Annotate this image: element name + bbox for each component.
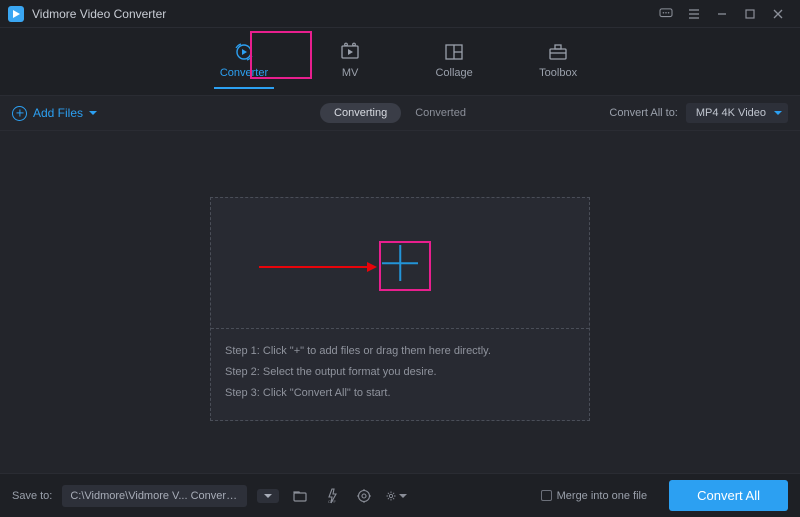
- nav-label: Toolbox: [539, 67, 577, 79]
- chevron-down-icon: [399, 494, 407, 498]
- settings-button[interactable]: [385, 485, 407, 507]
- save-to-label: Save to:: [12, 490, 52, 502]
- convert-all-to: Convert All to: MP4 4K Video: [609, 103, 788, 123]
- app-title: Vidmore Video Converter: [32, 7, 652, 21]
- merge-checkbox[interactable]: Merge into one file: [541, 490, 648, 502]
- minimize-button[interactable]: [708, 0, 736, 28]
- chevron-down-icon: [774, 111, 782, 115]
- drop-zone-top: [211, 198, 589, 328]
- tab-toolbox[interactable]: Toolbox: [530, 38, 586, 89]
- tab-mv[interactable]: MV: [322, 38, 378, 89]
- step-text: Step 2: Select the output format you des…: [225, 362, 575, 383]
- annotation-arrow: [259, 262, 377, 272]
- format-selected-label: MP4 4K Video: [696, 107, 766, 119]
- add-files-button[interactable]: Add Files: [12, 106, 97, 121]
- titlebar: Vidmore Video Converter: [0, 0, 800, 28]
- convert-all-button[interactable]: Convert All: [669, 480, 788, 511]
- merge-label: Merge into one file: [557, 490, 648, 502]
- maximize-button[interactable]: [736, 0, 764, 28]
- step-text: Step 1: Click "+" to add files or drag t…: [225, 341, 575, 362]
- svg-text:OFF: OFF: [328, 499, 337, 504]
- tab-converter[interactable]: Converter: [214, 38, 274, 89]
- output-path-dropdown[interactable]: [257, 489, 279, 503]
- collage-icon: [443, 42, 465, 62]
- converter-icon: [233, 42, 255, 62]
- convert-all-to-label: Convert All to:: [609, 107, 677, 119]
- add-files-label: Add Files: [33, 106, 83, 120]
- close-button[interactable]: [764, 0, 792, 28]
- tab-collage[interactable]: Collage: [426, 38, 482, 89]
- add-file-plus-icon[interactable]: [382, 245, 418, 281]
- nav-label: Collage: [435, 67, 472, 79]
- chevron-down-icon: [89, 111, 97, 115]
- plus-circle-icon: [12, 106, 27, 121]
- secondary-bar: Add Files Converting Converted Convert A…: [0, 95, 800, 131]
- mv-icon: [339, 42, 361, 62]
- toolbox-icon: [547, 42, 569, 62]
- step-text: Step 3: Click "Convert All" to start.: [225, 383, 575, 404]
- nav-label: Converter: [220, 67, 268, 79]
- sub-tab-converting[interactable]: Converting: [320, 103, 401, 123]
- sub-tabs: Converting Converted: [320, 103, 480, 123]
- nav-label: MV: [342, 67, 359, 79]
- main-nav: Converter MV Collage Toolbox: [0, 28, 800, 95]
- content-area: Step 1: Click "+" to add files or drag t…: [0, 131, 800, 421]
- chevron-down-icon: [264, 494, 272, 498]
- drop-zone-steps: Step 1: Click "+" to add files or drag t…: [211, 328, 589, 420]
- drop-zone[interactable]: Step 1: Click "+" to add files or drag t…: [210, 197, 590, 421]
- feedback-icon[interactable]: [652, 0, 680, 28]
- sub-tab-converted[interactable]: Converted: [401, 103, 480, 123]
- output-format-select[interactable]: MP4 4K Video: [686, 103, 788, 123]
- bottom-bar: Save to: C:\Vidmore\Vidmore V... Convert…: [0, 473, 800, 517]
- menu-icon[interactable]: [680, 0, 708, 28]
- open-folder-button[interactable]: [289, 485, 311, 507]
- output-path-field[interactable]: C:\Vidmore\Vidmore V... Converter\Conver…: [62, 485, 247, 507]
- app-logo: [8, 6, 24, 22]
- high-speed-button[interactable]: [353, 485, 375, 507]
- checkbox-icon: [541, 490, 552, 501]
- hardware-accel-button[interactable]: OFF: [321, 485, 343, 507]
